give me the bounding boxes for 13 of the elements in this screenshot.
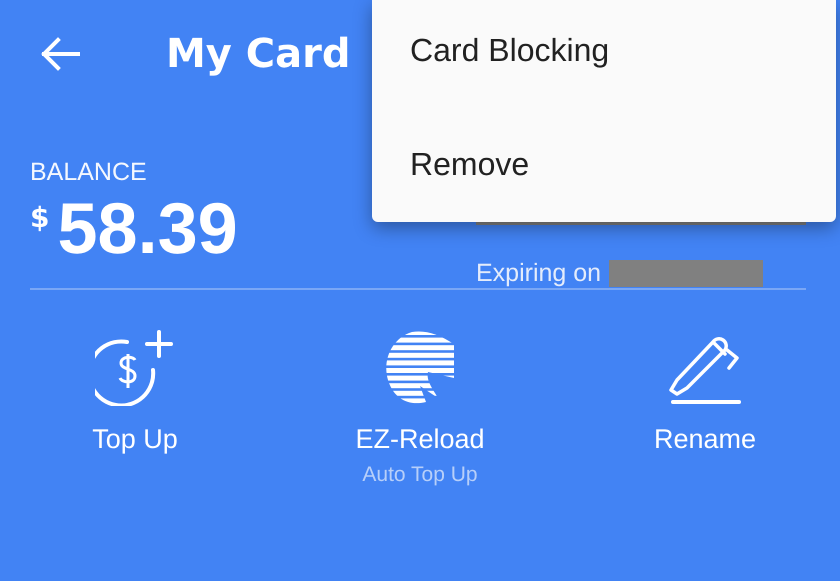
expiry-label: Expiring on — [476, 259, 602, 288]
screen-title: My Card — [166, 31, 351, 77]
back-arrow-icon[interactable] — [40, 37, 80, 71]
action-sublabel: Auto Top Up — [362, 463, 478, 487]
menu-item[interactable]: Card Blocking — [372, 30, 836, 70]
action-label[interactable]: Top Up — [92, 424, 178, 455]
action-label[interactable]: Rename — [654, 424, 756, 455]
action-label[interactable]: EZ-Reload — [355, 424, 485, 455]
balance-label: BALANCE — [30, 158, 148, 187]
dollar-plus-icon[interactable] — [95, 330, 175, 406]
currency-symbol: $ — [30, 201, 50, 234]
balance-amount: 58.39 — [57, 193, 238, 265]
menu-item[interactable]: Remove — [372, 144, 836, 184]
